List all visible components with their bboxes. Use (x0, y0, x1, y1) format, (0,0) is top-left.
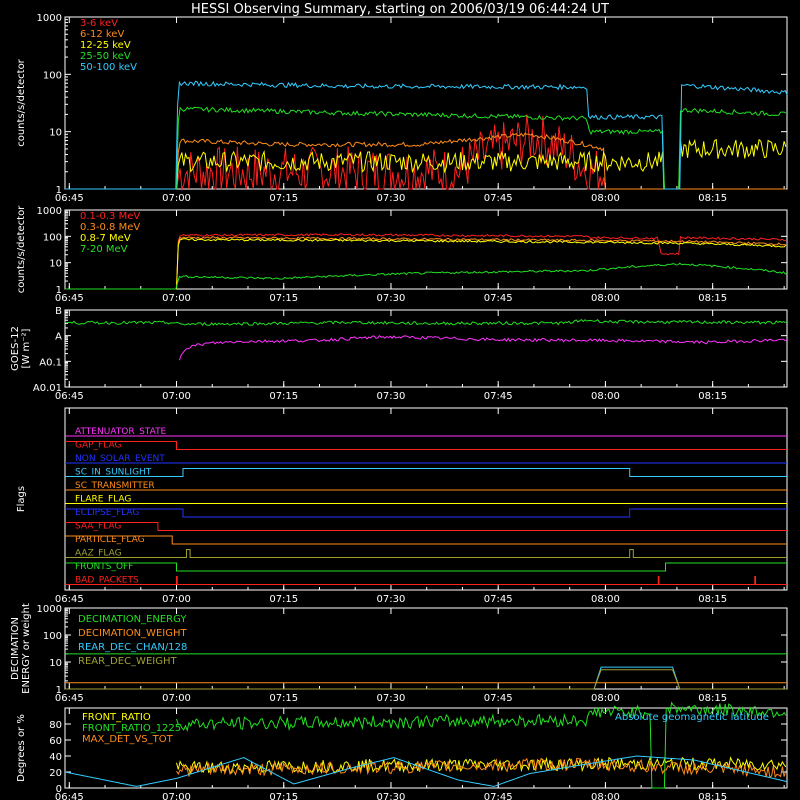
flags-label: FLARE_FLAG (75, 495, 131, 505)
ratio-xtick-label: 07:30 (377, 792, 406, 800)
hxr-legend-entry: 3-6 keV (80, 18, 118, 29)
decimation-xtick-label: 07:00 (162, 693, 191, 704)
ratio-ytick-label: 20 (49, 768, 62, 779)
hxr-legend-entry: 12-25 keV (80, 40, 131, 51)
gamma-xtick-label: 07:15 (269, 293, 298, 304)
ratio-ytick-label: 80 (49, 720, 62, 731)
ratio-xtick-label: 07:45 (484, 792, 513, 800)
figure-title: HESSI Observing Summary, starting on 200… (191, 2, 609, 17)
gamma-xtick-label: 08:15 (698, 293, 727, 304)
flags-label: AAZ_FLAG (75, 549, 122, 559)
decimation-ytick-label: 1 (56, 685, 62, 696)
flags-label: ECLIPSE_FLAG (75, 508, 139, 518)
gamma-legend-entry: 0.8-7 MeV (80, 233, 131, 244)
hxr-xtick-label: 08:00 (591, 193, 620, 204)
hxr-xtick-label: 07:45 (484, 193, 513, 204)
flags-label: NON_SOLAR_EVENT (75, 454, 165, 464)
gamma-legend-entry: 0.3-0.8 MeV (80, 222, 140, 233)
decimation-xtick-label: 08:15 (698, 693, 727, 704)
hxr-ytick-label: 1 (56, 185, 62, 196)
gamma-ytick-label: 1 (56, 285, 62, 296)
goes-xtick-label: 07:15 (269, 391, 298, 402)
decimation-ylabel: ENERGY or weight (21, 603, 32, 694)
ratio-ylabel: Degrees or % (16, 714, 27, 782)
flags-label: FRONTS_OFF (75, 562, 133, 572)
decimation-xtick-label: 07:15 (269, 693, 298, 704)
flags-label: SC_IN_SUNLIGHT (75, 468, 152, 478)
hxr-ytick-label: 10 (49, 128, 62, 139)
goes-xtick-label: 07:30 (377, 391, 406, 402)
gamma-ytick-label: 1000 (37, 206, 62, 217)
gamma-ylabel: counts/s/detector (16, 205, 27, 293)
goes-ytick-label: A0.1 (39, 357, 62, 368)
hxr-ylabel: counts/s/detector (16, 58, 27, 146)
decimation-ytick-label: 1000 (37, 604, 62, 615)
hxr-xtick-label: 07:15 (269, 193, 298, 204)
gamma-ytick-label: 100 (43, 232, 62, 243)
ratio-xtick-label: 07:15 (269, 792, 298, 800)
decimation-xtick-label: 07:30 (377, 693, 406, 704)
flags-xtick-label: 07:30 (377, 594, 406, 605)
decimation-legend-entry: REAR_DEC_CHAN/128 (78, 642, 187, 653)
decimation-legend-entry: REAR_DEC_WEIGHT (78, 656, 177, 667)
goes-ylabel: [W m⁻²] (21, 328, 32, 368)
hxr-legend-entry: 50-100 keV (80, 62, 137, 73)
ratio-ytick-label: 40 (49, 752, 62, 763)
flags-xtick-label: 07:15 (269, 594, 298, 605)
decimation-ytick-label: 100 (43, 631, 62, 642)
ratio-legend-entry: FRONT_RATIO (82, 712, 151, 723)
goes-xtick-label: 08:00 (591, 391, 620, 402)
decimation-legend-entry: DECIMATION_ENERGY (78, 614, 187, 625)
ratio-ytick-label: 60 (49, 736, 62, 747)
goes-xtick-label: 07:45 (484, 391, 513, 402)
flags-xtick-label: 08:15 (698, 594, 727, 605)
goes-ytick-label: A0.01 (33, 383, 62, 394)
ratio-xtick-label: 07:00 (162, 792, 191, 800)
flags-label: SC_TRANSMITTER (75, 481, 155, 491)
flags-xtick-label: 07:45 (484, 594, 513, 605)
goes-ytick-label: B (55, 306, 62, 317)
gamma-legend-entry: 7-20 MeV (80, 244, 128, 255)
decimation-legend-entry: DECIMATION_WEIGHT (78, 628, 187, 639)
gamma-legend-entry: 0.1-0.3 MeV (80, 211, 140, 222)
flags-label: PARTICLE_FLAG (75, 535, 145, 545)
flags-xtick-label: 08:00 (591, 594, 620, 605)
gamma-xtick-label: 07:00 (162, 293, 191, 304)
hxr-xtick-label: 07:00 (162, 193, 191, 204)
ratio-ytick-label: 0 (56, 784, 62, 795)
hessi-summary-figure: HESSI Observing Summary, starting on 200… (0, 0, 800, 800)
hxr-legend-entry: 6-12 keV (80, 29, 124, 40)
ratio-legend-entry: FRONT_RATIO_1225 (82, 723, 181, 734)
ratio-xtick-label: 08:15 (698, 792, 727, 800)
gamma-xtick-label: 08:00 (591, 293, 620, 304)
gamma-ytick-label: 10 (49, 259, 62, 270)
decimation-xtick-label: 07:45 (484, 693, 513, 704)
decimation-ytick-label: 10 (49, 658, 62, 669)
decimation-xtick-label: 08:00 (591, 693, 620, 704)
hxr-xtick-label: 08:15 (698, 193, 727, 204)
ratio-annotation: Absolute geomagnetic latitude (615, 712, 769, 723)
flags-xtick-label: 07:00 (162, 594, 191, 605)
ratio-legend-entry: MAX_DET_VS_TOT (82, 734, 174, 745)
flags-label: SAA_FLAG (75, 522, 121, 532)
goes-xtick-label: 07:00 (162, 391, 191, 402)
goes-xtick-label: 08:15 (698, 391, 727, 402)
goes-ylabel: GOES-12 (10, 326, 21, 371)
flags-label: GAP_FLAG (75, 441, 121, 451)
ratio-xtick-label: 08:00 (591, 792, 620, 800)
hxr-ytick-label: 100 (43, 70, 62, 81)
hxr-xtick-label: 07:30 (377, 193, 406, 204)
flags-label: BAD_PACKETS (75, 576, 139, 586)
goes-ytick-label: A (55, 332, 62, 343)
hxr-legend-entry: 25-50 keV (80, 51, 131, 62)
decimation-ylabel: DECIMATION (10, 617, 21, 680)
flags-ylabel: Flags (16, 486, 27, 512)
flags-label: ATTENUATOR_STATE (75, 427, 167, 437)
hxr-ytick-label: 1000 (37, 13, 62, 24)
gamma-xtick-label: 07:45 (484, 293, 513, 304)
gamma-xtick-label: 07:30 (377, 293, 406, 304)
